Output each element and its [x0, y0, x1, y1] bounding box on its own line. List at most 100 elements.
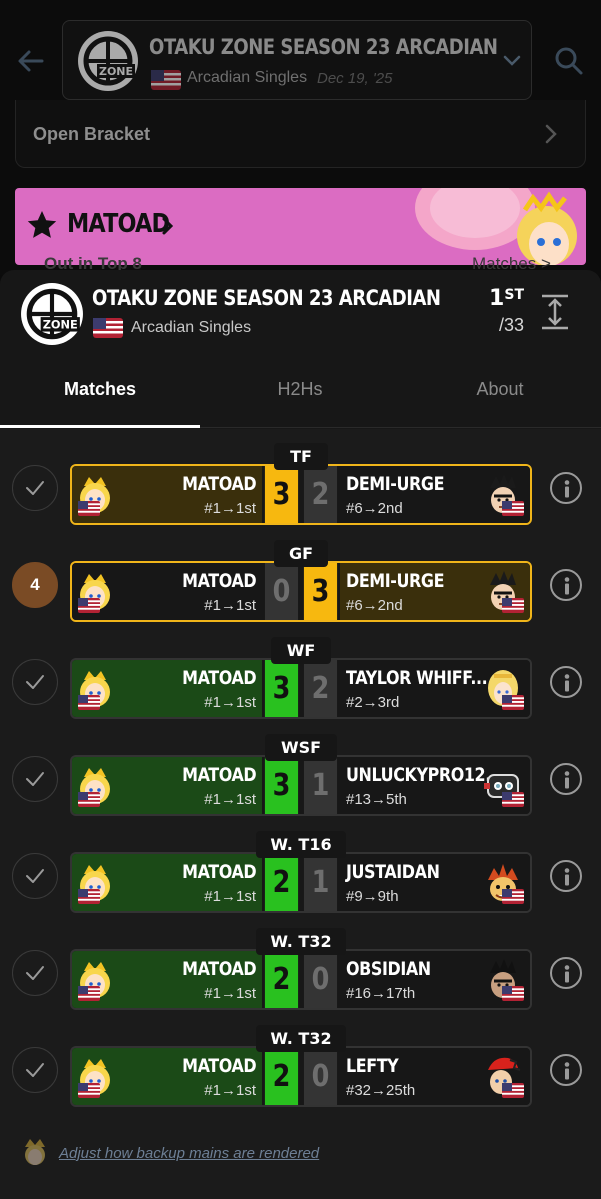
- match-card[interactable]: MATOAD #1→1st 2 0 LEFTY #32→25th: [70, 1046, 532, 1107]
- left-score: 3: [264, 466, 299, 523]
- info-icon[interactable]: [550, 957, 582, 989]
- us-flag-icon: [502, 792, 524, 812]
- match-complete-check-icon[interactable]: [12, 853, 58, 899]
- opponent-name: TAYLOR WHIFF...: [346, 667, 488, 689]
- tab-h2hs[interactable]: H2Hs: [200, 360, 400, 428]
- match-row: W. T16 MATOAD #1→1st 2 1 JUSTAIDAN #9→9th: [0, 831, 601, 928]
- opponent-name: DEMI-URGE: [346, 570, 445, 592]
- round-label: WF: [271, 637, 331, 664]
- match-complete-check-icon[interactable]: [12, 950, 58, 996]
- opponent-name: UNLUCKYPRO12...: [346, 764, 503, 786]
- placement-suffix: ST: [504, 287, 524, 303]
- opponent-seed: #32→25th: [346, 1082, 416, 1099]
- search-icon[interactable]: [552, 44, 586, 78]
- player-name: MATOAD: [181, 764, 257, 786]
- round-label: TF: [274, 443, 328, 470]
- player-banner-name: MATOAD: [67, 209, 170, 239]
- match-complete-check-icon[interactable]: [12, 659, 58, 705]
- player-left: MATOAD #1→1st: [72, 951, 262, 1008]
- us-flag-icon: [502, 986, 524, 1006]
- player-left: MATOAD #1→1st: [72, 563, 262, 620]
- match-row: WF MATOAD #1→1st 3 2 TAYLOR WHIFF... #2→3rd: [0, 637, 601, 734]
- match-card[interactable]: MATOAD #1→1st 2 0 OBSIDIAN #16→17th: [70, 949, 532, 1010]
- right-score: 0: [303, 951, 338, 1008]
- sheet-title: OTAKU ZONE SEASON 23 ARCADIAN: [92, 286, 441, 310]
- event-title: OTAKU ZONE SEASON 23 ARCADIAN: [149, 35, 498, 59]
- left-score: 3: [264, 660, 299, 717]
- us-flag-icon: [502, 889, 524, 909]
- player-right: JUSTAIDAN #9→9th: [340, 854, 530, 911]
- match-card[interactable]: MATOAD #1→1st 3 2 TAYLOR WHIFF... #2→3rd: [70, 658, 532, 719]
- sheet-subtitle: Arcadian Singles: [131, 319, 252, 336]
- match-status-badge[interactable]: 4: [12, 562, 58, 608]
- opponent-name: OBSIDIAN: [346, 958, 431, 980]
- player-name: MATOAD: [181, 861, 257, 883]
- open-bracket-row[interactable]: Open Bracket: [15, 100, 586, 168]
- match-card[interactable]: MATOAD #1→1st 2 1 JUSTAIDAN #9→9th: [70, 852, 532, 913]
- player-right: DEMI-URGE #6→2nd: [340, 563, 530, 620]
- player-seed: #1→1st: [204, 791, 256, 808]
- match-complete-check-icon[interactable]: [12, 465, 58, 511]
- round-label: W. T16: [256, 831, 346, 858]
- us-flag-icon: [502, 1083, 524, 1103]
- player-left: MATOAD #1→1st: [72, 854, 262, 911]
- player-left: MATOAD #1→1st: [72, 466, 262, 523]
- player-left: MATOAD #1→1st: [72, 660, 262, 717]
- player-seed: #1→1st: [204, 597, 256, 614]
- event-logo-icon: ZONE: [21, 283, 83, 345]
- expand-icon[interactable]: [538, 292, 572, 332]
- right-score: 3: [303, 563, 338, 620]
- info-icon[interactable]: [550, 666, 582, 698]
- match-complete-check-icon[interactable]: [12, 1047, 58, 1093]
- match-row: WSF MATOAD #1→1st 3 1 UNLUCKYPRO12... #13→5th: [0, 734, 601, 831]
- player-seed: #1→1st: [204, 888, 256, 905]
- us-flag-icon: [78, 889, 100, 909]
- left-score: 3: [264, 757, 299, 814]
- us-flag-icon: [502, 695, 524, 715]
- svg-text:ZONE: ZONE: [99, 65, 133, 78]
- player-name: MATOAD: [181, 1055, 257, 1077]
- chevron-right-icon: [545, 124, 557, 144]
- opponent-name: JUSTAIDAN: [346, 861, 440, 883]
- info-icon[interactable]: [550, 860, 582, 892]
- player-right: LEFTY #32→25th: [340, 1048, 530, 1105]
- tab-matches[interactable]: Matches: [0, 360, 200, 428]
- tab-about[interactable]: About: [400, 360, 600, 428]
- match-card[interactable]: MATOAD #1→1st 3 1 UNLUCKYPRO12... #13→5th: [70, 755, 532, 816]
- player-left: MATOAD #1→1st: [72, 757, 262, 814]
- player-name: MATOAD: [181, 570, 257, 592]
- info-icon[interactable]: [550, 569, 582, 601]
- match-row: GF 4 MATOAD #1→1st 0 3 DEMI-URGE #6→2nd: [0, 540, 601, 637]
- match-complete-check-icon[interactable]: [12, 756, 58, 802]
- backup-mains-link[interactable]: Adjust how backup mains are rendered: [59, 1145, 319, 1162]
- match-row: W. T32 MATOAD #1→1st 2 0 LEFTY #32→25th: [0, 1025, 601, 1122]
- us-flag-icon: [93, 318, 123, 338]
- info-icon[interactable]: [550, 763, 582, 795]
- left-score: 2: [264, 951, 299, 1008]
- sheet-header: ZONE OTAKU ZONE SEASON 23 ARCADIAN Arcad…: [0, 270, 601, 360]
- opponent-seed: #13→5th: [346, 791, 407, 808]
- player-left: MATOAD #1→1st: [72, 1048, 262, 1105]
- us-flag-icon: [502, 501, 524, 521]
- info-icon[interactable]: [550, 472, 582, 504]
- opponent-seed: #16→17th: [346, 985, 416, 1002]
- match-card[interactable]: MATOAD #1→1st 0 3 DEMI-URGE #6→2nd: [70, 561, 532, 622]
- opponent-name: LEFTY: [346, 1055, 399, 1077]
- us-flag-icon: [78, 695, 100, 715]
- chevron-down-icon[interactable]: [501, 49, 523, 71]
- back-arrow-icon[interactable]: [14, 44, 48, 78]
- opponent-seed: #2→3rd: [346, 694, 400, 711]
- player-right: DEMI-URGE #6→2nd: [340, 466, 530, 523]
- round-label: W. T32: [256, 1025, 346, 1052]
- opponent-name: DEMI-URGE: [346, 473, 445, 495]
- round-label: WSF: [265, 734, 337, 761]
- player-right: OBSIDIAN #16→17th: [340, 951, 530, 1008]
- star-icon: [27, 211, 57, 238]
- left-score: 2: [264, 1048, 299, 1105]
- open-bracket-label: Open Bracket: [33, 124, 151, 144]
- tab-bar: Matches H2Hs About: [0, 360, 601, 428]
- player-seed: #1→1st: [204, 500, 256, 517]
- event-selector[interactable]: ZONE OTAKU ZONE SEASON 23 ARCADIAN Arcad…: [62, 20, 532, 100]
- info-icon[interactable]: [550, 1054, 582, 1086]
- match-card[interactable]: MATOAD #1→1st 3 2 DEMI-URGE #6→2nd: [70, 464, 532, 525]
